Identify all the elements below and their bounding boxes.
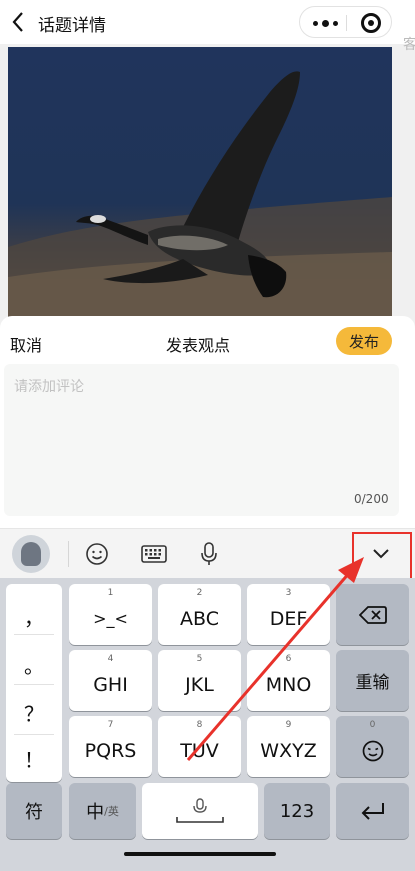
nine-key-keyboard: ， 。 ？ ！ 1 >_< 2 ABC 3 DEF 4 GHI 5 JKL 6 …: [0, 578, 415, 871]
numbers-key[interactable]: 123: [264, 783, 330, 839]
key-8[interactable]: 8 TUV: [158, 716, 241, 777]
emoji-face-icon: [362, 740, 383, 761]
key-3[interactable]: 3 DEF: [247, 584, 330, 645]
punctuation-column[interactable]: ， 。 ？ ！: [6, 584, 62, 782]
backspace-key[interactable]: [336, 584, 409, 645]
keyboard-icon[interactable]: [140, 541, 168, 567]
key-5[interactable]: 5 JKL: [158, 650, 241, 711]
punct-period[interactable]: 。: [6, 650, 62, 679]
punct-exclamation[interactable]: ！: [6, 744, 62, 773]
key-1[interactable]: 1 >_<: [69, 584, 152, 645]
emoji-icon[interactable]: [84, 541, 110, 567]
chevron-left-icon: [12, 12, 23, 32]
reinput-key[interactable]: 重输: [336, 650, 409, 711]
language-switch-key[interactable]: 中 /英: [69, 783, 136, 839]
space-voice-key[interactable]: [142, 783, 258, 839]
key-7[interactable]: 7 PQRS: [69, 716, 152, 777]
comment-sheet: 取消 发表观点 发布 请添加评论 0/200: [0, 316, 415, 528]
return-icon: [361, 803, 384, 820]
sheet-title: 发表观点: [166, 336, 231, 355]
page-title: 话题详情: [38, 16, 106, 36]
key-2[interactable]: 2 ABC: [158, 584, 241, 645]
more-button[interactable]: [310, 13, 340, 33]
toolbar-divider: [68, 541, 69, 567]
key-0-emoji[interactable]: 0: [336, 716, 409, 777]
backspace-icon: [358, 605, 387, 624]
char-counter: 0/200: [354, 492, 389, 506]
enter-key[interactable]: [336, 783, 409, 839]
close-miniapp-button[interactable]: [361, 13, 381, 33]
key-9[interactable]: 9 WXYZ: [247, 716, 330, 777]
home-indicator: [124, 852, 276, 856]
key-6[interactable]: 6 MNO: [247, 650, 330, 711]
edge-text: 客: [403, 37, 415, 53]
avatar-icon[interactable]: [12, 535, 50, 573]
goose-image: [8, 71, 392, 332]
microphone-icon: [193, 798, 207, 813]
punct-question[interactable]: ？: [6, 698, 62, 727]
publish-button[interactable]: 发布: [336, 327, 392, 355]
space-bar-icon: [176, 817, 224, 823]
microphone-icon[interactable]: [196, 541, 222, 567]
punct-comma[interactable]: ，: [6, 602, 62, 631]
symbol-key[interactable]: 符: [6, 783, 62, 839]
cancel-button[interactable]: 取消: [10, 332, 42, 356]
capsule-divider: [346, 15, 347, 31]
more-dots-icon: [312, 20, 318, 26]
key-4[interactable]: 4 GHI: [69, 650, 152, 711]
back-button[interactable]: [6, 8, 30, 36]
miniapp-capsule: [299, 6, 392, 38]
topic-photo[interactable]: [8, 47, 392, 332]
comment-placeholder: 请添加评论: [14, 379, 84, 395]
annotation-highlight-box: [352, 532, 412, 580]
top-nav-bar: 话题详情: [0, 0, 415, 44]
